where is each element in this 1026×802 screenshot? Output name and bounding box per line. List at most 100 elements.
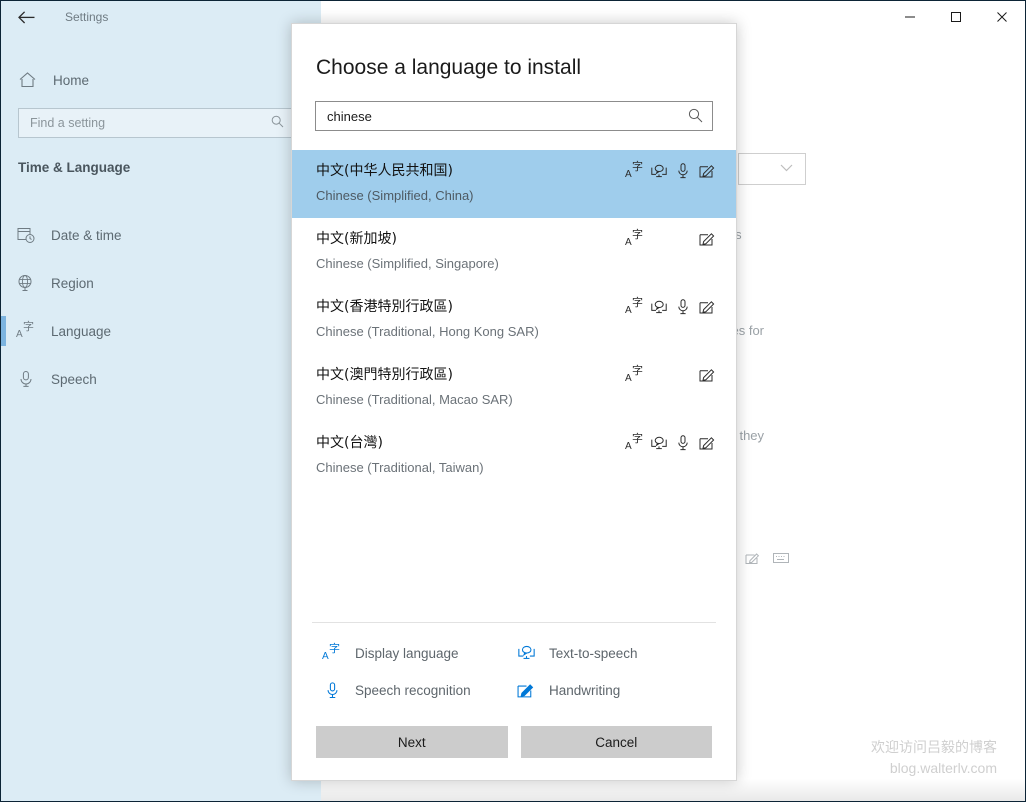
- keyboard-icon: [773, 551, 789, 570]
- language-feature-icons: A字: [625, 365, 717, 385]
- language-native-name: 中文(新加坡): [316, 231, 397, 247]
- display-language-icon: A 字: [16, 320, 34, 340]
- legend-item-handwriting: Handwriting: [516, 680, 716, 700]
- selection-accent: [1, 220, 6, 250]
- sidebar-item-label: Region: [51, 275, 94, 291]
- handwriting-icon: [697, 161, 717, 181]
- language-english-name: Chinese (Traditional, Taiwan): [316, 460, 484, 475]
- legend-item-display-language: A字 Display language: [322, 643, 516, 663]
- microphone-icon: [673, 297, 693, 317]
- language-english-name: Chinese (Simplified, China): [316, 188, 474, 203]
- sidebar-item-region[interactable]: Region: [1, 259, 321, 307]
- legend-label: Text-to-speech: [549, 645, 638, 661]
- title-bar-left-panel: [1, 1, 321, 33]
- back-arrow-icon[interactable]: [15, 7, 37, 27]
- language-list: 中文(中华人民共和国) Chinese (Simplified, China) …: [292, 150, 736, 622]
- microphone-icon: [1, 370, 51, 388]
- language-english-name: Chinese (Traditional, Hong Kong SAR): [316, 324, 539, 339]
- window-title: Settings: [65, 10, 109, 24]
- display-language-icon: A字: [625, 228, 643, 248]
- display-language-icon: A字: [625, 432, 643, 452]
- selection-accent: [1, 268, 6, 298]
- legend-label: Speech recognition: [355, 682, 471, 698]
- text-to-speech-icon: [649, 297, 669, 317]
- sidebar-item-speech[interactable]: Speech: [1, 355, 321, 403]
- background-feature-icons: [745, 551, 789, 570]
- list-item[interactable]: 中文(澳門特別行政區) Chinese (Traditional, Macao …: [292, 354, 736, 422]
- list-item[interactable]: 中文(新加坡) Chinese (Simplified, Singapore) …: [292, 218, 736, 286]
- handwriting-icon: [697, 365, 717, 385]
- find-setting-input[interactable]: Find a setting: [18, 108, 293, 138]
- language-native-name: 中文(香港特別行政區): [316, 299, 453, 315]
- cancel-button[interactable]: Cancel: [520, 726, 712, 758]
- language-english-name: Chinese (Traditional, Macao SAR): [316, 392, 513, 407]
- window-controls: [887, 1, 1025, 33]
- watermark-line-1: 欢迎访问吕毅的博客: [871, 739, 997, 755]
- sidebar-item-language[interactable]: A 字 Language: [1, 307, 321, 355]
- language-feature-icons: A字: [625, 297, 717, 317]
- language-search-value: chinese: [327, 108, 372, 124]
- dialog-buttons: Next Cancel: [292, 706, 736, 780]
- language-feature-icons: A字: [625, 433, 717, 453]
- display-language-icon: A字: [322, 642, 340, 662]
- dialog-title: Choose a language to install: [316, 56, 582, 79]
- sidebar-item-label: Date & time: [51, 227, 122, 243]
- language-feature-icons: A字: [625, 161, 717, 181]
- text-to-speech-icon: [649, 433, 669, 453]
- handwriting-icon: [516, 680, 536, 700]
- legend-label: Display language: [355, 645, 459, 661]
- handwriting-icon: [697, 229, 717, 249]
- language-feature-icons: A字: [625, 229, 717, 249]
- legend-item-text-to-speech: Text-to-speech: [516, 643, 716, 663]
- language-search-input[interactable]: chinese: [315, 101, 713, 131]
- choose-language-dialog: Choose a language to install chinese 中文(…: [291, 23, 737, 781]
- display-language-icon: A字: [625, 364, 643, 384]
- selection-accent: [1, 364, 6, 394]
- microphone-icon: [673, 161, 693, 181]
- background-dropdown[interactable]: [738, 153, 806, 185]
- microphone-icon: [322, 680, 342, 700]
- minimize-icon[interactable]: [887, 1, 933, 33]
- sidebar-section-title: Time & Language: [18, 160, 131, 175]
- list-item[interactable]: 中文(台灣) Chinese (Traditional, Taiwan) A字: [292, 422, 736, 490]
- language-native-name: 中文(中华人民共和国): [316, 163, 453, 179]
- watermark: 欢迎访问吕毅的博客 blog.walterlv.com: [871, 737, 997, 779]
- display-language-icon: A字: [625, 160, 643, 180]
- language-english-name: Chinese (Simplified, Singapore): [316, 256, 499, 271]
- display-language-icon: A字: [625, 296, 643, 316]
- handwriting-icon: [697, 297, 717, 317]
- sidebar-item-label: Speech: [51, 371, 97, 387]
- sidebar-item-date-time[interactable]: Date & time: [1, 211, 321, 259]
- home-icon: [1, 72, 53, 88]
- settings-app-window: Settings Home Find a setting Time & Lang…: [0, 0, 1026, 802]
- next-button[interactable]: Next: [316, 726, 508, 758]
- globe-icon: [1, 274, 51, 292]
- sidebar: Home Find a setting Time & Language Date…: [1, 33, 321, 801]
- find-setting-placeholder: Find a setting: [30, 116, 106, 130]
- chevron-down-icon: [780, 163, 793, 175]
- text-to-speech-icon: [649, 161, 669, 181]
- list-item[interactable]: 中文(香港特別行政區) Chinese (Traditional, Hong K…: [292, 286, 736, 354]
- search-icon[interactable]: [688, 108, 703, 128]
- sidebar-item-label: Language: [51, 323, 112, 339]
- sidebar-nav-list: Date & time Region A 字 Language Speech: [1, 211, 321, 403]
- language-native-name: 中文(澳門特別行政區): [316, 367, 453, 383]
- window-bottom-strip: [321, 779, 1025, 801]
- watermark-line-2: blog.walterlv.com: [889, 760, 997, 776]
- selection-accent: [1, 316, 6, 346]
- microphone-icon: [673, 433, 693, 453]
- text-to-speech-icon: [516, 643, 536, 663]
- handwriting-icon: [745, 551, 760, 570]
- legend-item-speech-recognition: Speech recognition: [322, 680, 516, 700]
- search-icon: [271, 115, 284, 131]
- feature-legend: A字 Display language Text-to-speech Speec…: [312, 622, 716, 706]
- calendar-clock-icon: [1, 226, 51, 244]
- legend-label: Handwriting: [549, 682, 621, 698]
- list-item[interactable]: 中文(中华人民共和国) Chinese (Simplified, China) …: [292, 150, 736, 218]
- language-native-name: 中文(台灣): [316, 435, 383, 451]
- sidebar-home-label: Home: [53, 72, 90, 88]
- close-icon[interactable]: [979, 1, 1025, 33]
- handwriting-icon: [697, 433, 717, 453]
- sidebar-item-home[interactable]: Home: [1, 61, 321, 99]
- maximize-icon[interactable]: [933, 1, 979, 33]
